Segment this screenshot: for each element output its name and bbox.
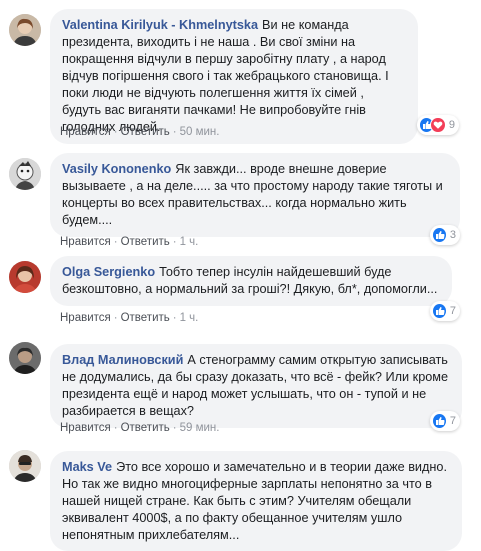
separator: ·: [113, 422, 118, 434]
comment-timestamp[interactable]: 59 мин.: [180, 422, 220, 434]
reactions-summary[interactable]: 7: [430, 411, 460, 431]
separator: ·: [113, 126, 118, 138]
comment-actions: Нравится · Ответить · 50 мин.: [60, 126, 219, 138]
like-link[interactable]: Нравится: [60, 422, 111, 434]
comment-bubble: Olga Sergienko Тобто тепер інсулін найдеш…: [50, 256, 452, 306]
avatar-photo-icon: [9, 342, 41, 374]
comment-timestamp[interactable]: 1 ч.: [180, 236, 199, 248]
like-link[interactable]: Нравится: [60, 126, 111, 138]
reply-link[interactable]: Ответить: [121, 236, 170, 248]
separator: ·: [113, 312, 118, 324]
separator: ·: [172, 126, 177, 138]
avatar-photo-icon: [9, 450, 41, 482]
comment-actions: Нравится · Ответить · 59 мин.: [60, 422, 219, 434]
avatar[interactable]: [9, 342, 41, 374]
reaction-count: 7: [449, 305, 456, 317]
avatar[interactable]: [9, 158, 41, 190]
comment-timestamp[interactable]: 50 мин.: [180, 126, 220, 138]
separator: ·: [172, 422, 177, 434]
reactions-summary[interactable]: 7: [430, 301, 460, 321]
like-icon: [432, 303, 447, 319]
avatar-photo-icon: [9, 14, 41, 46]
like-icon: [432, 227, 447, 243]
reaction-count: 9: [448, 119, 455, 131]
reply-link[interactable]: Ответить: [121, 422, 170, 434]
avatar[interactable]: [9, 14, 41, 46]
comment-actions: Нравится · Ответить · 1 ч.: [60, 236, 198, 248]
comment-actions: Нравится · Ответить · 1 ч.: [60, 312, 198, 324]
like-icon: [432, 413, 447, 429]
reply-link[interactable]: Ответить: [121, 126, 170, 138]
love-icon: [430, 117, 446, 133]
avatar-photo-icon: [9, 158, 41, 190]
separator: ·: [172, 312, 177, 324]
avatar[interactable]: [9, 450, 41, 482]
comment-author[interactable]: Vasily Kononenko: [62, 162, 171, 176]
comment-author[interactable]: Valentina Kirilyuk - Khmelnytska: [62, 18, 258, 32]
comment-bubble: Maks Ve Это все хорошо и замечательно и в…: [50, 451, 462, 551]
reactions-summary[interactable]: 9: [417, 115, 459, 135]
separator: ·: [113, 236, 118, 248]
reaction-count: 7: [449, 415, 456, 427]
avatar[interactable]: [9, 261, 41, 293]
comment-bubble: Vasily Kononenko Як завжди... вроде внешн…: [50, 153, 460, 237]
separator: ·: [172, 236, 177, 248]
comment-author[interactable]: Влад Малиновский: [62, 353, 183, 367]
comment-author[interactable]: Olga Sergienko: [62, 265, 155, 279]
comment-bubble: Valentina Kirilyuk - Khmelnytska Ви не ко…: [50, 9, 418, 144]
avatar-photo-icon: [9, 261, 41, 293]
reactions-summary[interactable]: 3: [430, 225, 460, 245]
reaction-count: 3: [449, 229, 456, 241]
comment-bubble: Влад Малиновский А стенограмму самим откр…: [50, 344, 462, 428]
comment-timestamp[interactable]: 1 ч.: [180, 312, 199, 324]
comment-author[interactable]: Maks Ve: [62, 460, 112, 474]
like-link[interactable]: Нравится: [60, 312, 111, 324]
reply-link[interactable]: Ответить: [121, 312, 170, 324]
like-link[interactable]: Нравится: [60, 236, 111, 248]
comment-text: Ви не команда президента, виходить і не …: [62, 18, 389, 134]
comment-text: Это все хорошо и замечательно и в теории…: [62, 460, 448, 542]
